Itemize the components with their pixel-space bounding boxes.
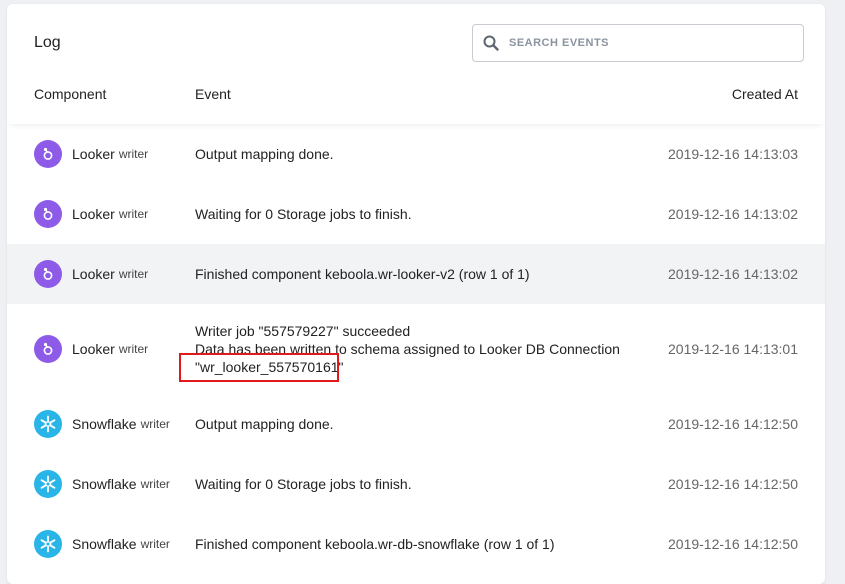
- event-line: Writer job "557579227" succeeded: [195, 323, 411, 339]
- component-name: Looker: [72, 206, 115, 222]
- event-line: Waiting for 0 Storage jobs to finish.: [195, 476, 412, 492]
- table-row[interactable]: Looker writer Writer job "557579227" suc…: [7, 304, 825, 394]
- table-row[interactable]: Snowflake writer Output mapping done. 20…: [7, 394, 825, 454]
- component-name: Looker: [72, 146, 115, 162]
- log-header: Log Component Event Created At: [7, 4, 825, 124]
- table-row[interactable]: Looker writer Output mapping done. 2019-…: [7, 124, 825, 184]
- created-at: 2019-12-16 14:13:02: [668, 206, 798, 222]
- created-at: 2019-12-16 14:12:50: [668, 416, 798, 432]
- component-name: Snowflake: [72, 536, 137, 552]
- table-row[interactable]: Snowflake writer Finished component kebo…: [7, 514, 825, 574]
- created-at: 2019-12-16 14:13:01: [668, 341, 798, 357]
- event-line: Finished component keboola.wr-db-snowfla…: [195, 536, 555, 552]
- column-header-created-at[interactable]: Created At: [732, 86, 798, 102]
- looker-icon: [34, 335, 62, 363]
- event-line: Waiting for 0 Storage jobs to finish.: [195, 206, 412, 222]
- component-type: writer: [118, 342, 149, 356]
- component-type: writer: [140, 537, 170, 551]
- component-cell: Snowflake writer: [34, 470, 170, 498]
- event-line: Finished component keboola.wr-looker-v2 …: [195, 266, 530, 282]
- component-name: Snowflake: [72, 416, 137, 432]
- search-input[interactable]: [507, 36, 791, 50]
- search-icon: [483, 35, 499, 51]
- created-at: 2019-12-16 14:13:03: [668, 146, 798, 162]
- component-type: writer: [118, 207, 149, 221]
- event-text: Output mapping done.: [195, 415, 655, 433]
- event-text: Finished component keboola.wr-db-snowfla…: [195, 535, 655, 553]
- log-table-body: Looker writer Output mapping done. 2019-…: [7, 124, 825, 574]
- snowflake-icon: [34, 410, 62, 438]
- component-type: writer: [118, 267, 149, 281]
- column-header-component[interactable]: Component: [34, 86, 106, 102]
- table-row[interactable]: Snowflake writer Waiting for 0 Storage j…: [7, 454, 825, 514]
- column-header-event[interactable]: Event: [195, 86, 231, 102]
- component-name: Looker: [72, 341, 115, 357]
- component-cell: Snowflake writer: [34, 410, 170, 438]
- created-at: 2019-12-16 14:12:50: [668, 536, 798, 552]
- table-row[interactable]: Looker writer Finished component keboola…: [7, 244, 825, 304]
- event-text: Waiting for 0 Storage jobs to finish.: [195, 205, 655, 223]
- log-panel: Log Component Event Created At Looker wr…: [7, 4, 825, 584]
- snowflake-icon: [34, 470, 62, 498]
- table-row[interactable]: Looker writer Waiting for 0 Storage jobs…: [7, 184, 825, 244]
- page-title: Log: [34, 34, 61, 51]
- snowflake-icon: [34, 530, 62, 558]
- search-box[interactable]: [472, 24, 804, 62]
- event-text: Waiting for 0 Storage jobs to finish.: [195, 475, 655, 493]
- component-cell: Looker writer: [34, 200, 148, 228]
- component-cell: Looker writer: [34, 335, 148, 363]
- event-text: Output mapping done.: [195, 145, 655, 163]
- component-name: Snowflake: [72, 476, 137, 492]
- event-line: Output mapping done.: [195, 416, 334, 432]
- component-cell: Looker writer: [34, 260, 148, 288]
- created-at: 2019-12-16 14:12:50: [668, 476, 798, 492]
- component-cell: Snowflake writer: [34, 530, 170, 558]
- event-text: Finished component keboola.wr-looker-v2 …: [195, 265, 655, 283]
- created-at: 2019-12-16 14:13:02: [668, 266, 798, 282]
- component-cell: Looker writer: [34, 140, 148, 168]
- component-type: writer: [118, 147, 149, 161]
- looker-icon: [34, 140, 62, 168]
- component-name: Looker: [72, 266, 115, 282]
- looker-icon: [34, 200, 62, 228]
- highlight-box: [179, 353, 339, 382]
- component-type: writer: [140, 477, 170, 491]
- event-line: Output mapping done.: [195, 146, 334, 162]
- looker-icon: [34, 260, 62, 288]
- component-type: writer: [140, 417, 170, 431]
